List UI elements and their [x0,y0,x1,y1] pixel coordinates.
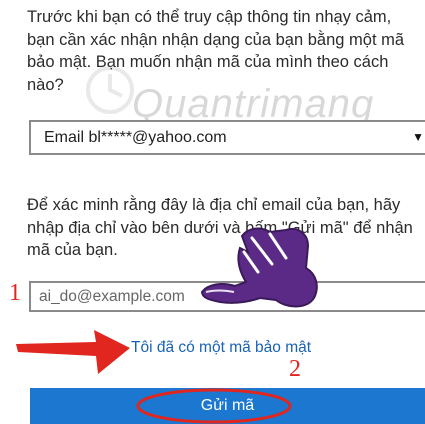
have-code-link[interactable]: Tôi đã có một mã bảo mật [131,339,311,357]
highlight-ellipse [134,386,294,424]
intro-text: Trước khi bạn có thể truy cập thông tin … [27,8,405,94]
red-arrow-icon [14,322,132,383]
dropdown-arrow-icon[interactable]: ▼ [412,130,424,144]
verification-method-select[interactable]: Email bl*****@yahoo.com ▼ [29,120,425,155]
pointing-hand-icon [190,212,340,327]
step-1-marker: 1 [9,280,21,306]
selected-method: Email bl*****@yahoo.com [44,129,227,146]
step-2-marker: 2 [289,356,301,382]
